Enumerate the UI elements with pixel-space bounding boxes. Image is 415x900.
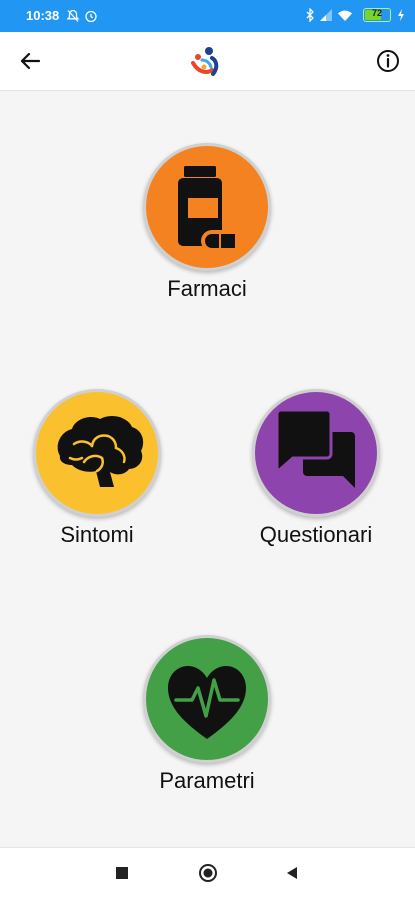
recent-apps-icon [116, 867, 128, 879]
system-nav-bar [0, 847, 415, 900]
back-nav-button[interactable] [284, 865, 300, 886]
status-right-icons: 72 [305, 8, 405, 24]
battery-level: 72 [371, 8, 382, 18]
chat-bubbles-icon [275, 408, 355, 488]
home-button[interactable] [198, 863, 218, 888]
sintomi-label: Sintomi [60, 522, 134, 547]
arrow-back-icon [20, 52, 41, 70]
alarm-icon [85, 10, 97, 23]
questionari-circle [252, 389, 380, 517]
status-time: 10:38 [26, 8, 60, 23]
battery-icon: 72 [363, 8, 391, 22]
recent-apps-button[interactable] [114, 865, 130, 886]
questionari-label: Questionari [259, 522, 373, 547]
info-icon [377, 50, 399, 72]
heart-pulse-icon [168, 666, 246, 739]
app-header [0, 32, 415, 91]
info-button[interactable] [373, 46, 403, 76]
farmaci-circle [143, 143, 271, 271]
menu-farmaci[interactable]: Farmaci [107, 143, 307, 302]
medicine-icon [178, 166, 239, 252]
menu-questionari[interactable]: Questionari [216, 389, 415, 548]
back-triangle-icon [287, 867, 297, 879]
sintomi-circle [33, 389, 161, 517]
charging-icon [398, 9, 404, 21]
bluetooth-icon [306, 8, 314, 22]
menu-parametri[interactable]: Parametri [107, 635, 307, 794]
notification-icon [66, 9, 80, 22]
app-logo [190, 44, 224, 78]
menu-sintomi[interactable]: Sintomi [0, 389, 197, 548]
parametri-circle [143, 635, 271, 763]
signal-icon [320, 9, 332, 21]
status-bar: 10:38 72 [0, 0, 415, 32]
logo-icon [191, 47, 219, 76]
farmaci-label: Farmaci [167, 276, 247, 301]
back-button[interactable] [14, 46, 46, 76]
wifi-icon [338, 10, 352, 21]
home-icon [199, 864, 217, 882]
parametri-label: Parametri [159, 768, 255, 793]
brain-icon [57, 415, 144, 487]
